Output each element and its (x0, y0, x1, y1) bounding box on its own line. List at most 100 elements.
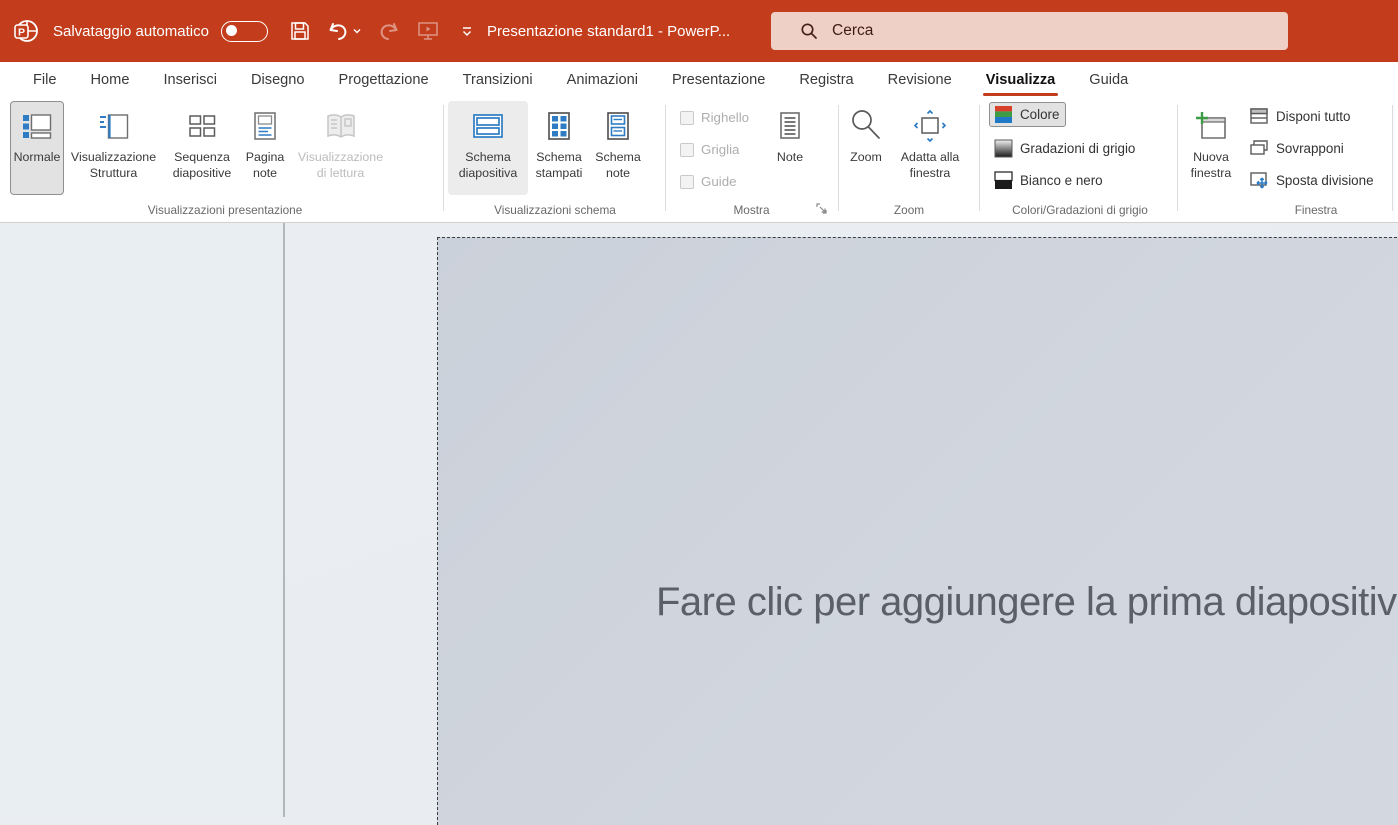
undo-button[interactable] (327, 20, 362, 43)
normal-view-button[interactable]: Normale (10, 101, 64, 195)
normal-view-label: Normale (14, 150, 61, 166)
tab-home[interactable]: Home (74, 62, 147, 98)
ribbon-separator (665, 105, 666, 211)
move-split-label: Sposta divisione (1276, 173, 1374, 188)
guides-label: Guide (701, 174, 736, 189)
save-icon[interactable] (288, 19, 312, 43)
powerpoint-logo-icon[interactable]: P (13, 18, 39, 44)
arrange-all-label: Disponi tutto (1276, 109, 1350, 124)
notes-label: Note (777, 150, 803, 166)
move-split-icon (1249, 171, 1269, 189)
search-icon (800, 22, 818, 40)
ribbon-separator (979, 105, 980, 211)
search-input[interactable]: Cerca (771, 12, 1288, 50)
group-label-presentation-views: Visualizzazioni presentazione (10, 203, 440, 217)
tab-visualizza[interactable]: Visualizza (969, 62, 1073, 98)
grayscale-icon (994, 139, 1013, 158)
new-window-button[interactable]: Nuovafinestra (1184, 101, 1238, 195)
black-and-white-icon (994, 171, 1013, 190)
customize-quick-access-toolbar-icon[interactable] (455, 19, 479, 43)
handout-master-button[interactable]: Schemastampati (528, 101, 590, 195)
tab-animazioni[interactable]: Animazioni (550, 62, 655, 98)
outline-view-label: VisualizzazioneStruttura (71, 150, 156, 181)
zoom-button[interactable]: Zoom (842, 101, 890, 195)
quick-access-toolbar (288, 19, 479, 43)
color-button[interactable]: Colore (989, 102, 1066, 127)
color-icon (994, 105, 1013, 124)
fit-to-window-icon (913, 109, 947, 143)
grayscale-button[interactable]: Gradazioni di grigio (989, 136, 1142, 161)
group-label-master-views: Visualizzazioni schema (448, 203, 662, 217)
black-and-white-button[interactable]: Bianco e nero (989, 168, 1110, 193)
undo-dropdown-chevron-icon[interactable] (352, 26, 362, 36)
grayscale-label: Gradazioni di grigio (1020, 141, 1135, 156)
outline-view-icon (98, 109, 130, 143)
ribbon-tab-row: File Home Inserisci Disegno Progettazion… (0, 62, 1398, 98)
svg-text:P: P (18, 27, 25, 39)
tab-presentazione[interactable]: Presentazione (655, 62, 782, 98)
move-split-button[interactable]: Sposta divisione (1244, 168, 1381, 192)
ruler-label: Righello (701, 110, 749, 125)
tab-disegno[interactable]: Disegno (234, 62, 322, 98)
add-first-slide-placeholder: Fare clic per aggiungere la prima diapos… (656, 580, 1398, 625)
notes-button[interactable]: Note (766, 101, 814, 195)
notes-master-label: Schemanote (595, 150, 640, 181)
notes-page-button[interactable]: Paginanote (241, 101, 289, 195)
ribbon-separator (1177, 105, 1178, 211)
fit-to-window-button[interactable]: Adatta allafinestra (890, 101, 970, 195)
group-label-show: Mostra (670, 203, 833, 217)
group-master-views: Schemadiapositiva Schemastampati (448, 98, 662, 220)
workspace: Fare clic per aggiungere la prima diapos… (0, 223, 1398, 817)
slide-sorter-label: Sequenzadiapositive (173, 150, 232, 181)
new-window-label: Nuovafinestra (1191, 150, 1232, 181)
group-show: Righello Griglia Guide Note Mostr (670, 98, 833, 220)
guides-checkbox-row: Guide (680, 174, 736, 189)
slide-master-button[interactable]: Schemadiapositiva (448, 101, 528, 195)
autosave-label: Salvataggio automatico (53, 23, 209, 40)
grid-label: Griglia (701, 142, 739, 157)
start-slideshow-icon (416, 19, 440, 43)
tab-transizioni[interactable]: Transizioni (446, 62, 550, 98)
cascade-button[interactable]: Sovrapponi (1244, 136, 1351, 160)
search-placeholder: Cerca (832, 22, 873, 40)
grid-checkbox-row: Griglia (680, 142, 739, 157)
autosave-toggle[interactable] (221, 21, 268, 42)
tab-visualizza-label: Visualizza (986, 72, 1056, 88)
arrange-all-icon (1249, 107, 1269, 125)
arrange-all-button[interactable]: Disponi tutto (1244, 104, 1357, 128)
slide-master-label: Schemadiapositiva (459, 150, 518, 181)
ribbon: Normale VisualizzazioneStruttura (0, 98, 1398, 223)
group-label-zoom: Zoom (842, 203, 976, 217)
cascade-icon (1249, 139, 1269, 157)
slide-sorter-icon (186, 109, 218, 143)
slide-master-icon (471, 109, 505, 143)
slide-editing-area: Fare clic per aggiungere la prima diapos… (285, 223, 1398, 817)
group-presentation-views: Normale VisualizzazioneStruttura (10, 98, 440, 220)
tab-file[interactable]: File (16, 62, 74, 98)
color-label: Colore (1020, 107, 1059, 122)
group-label-color: Colori/Gradazioni di grigio (985, 203, 1175, 217)
reading-view-icon (324, 109, 358, 143)
notes-master-button[interactable]: Schemanote (590, 101, 646, 195)
group-zoom: Zoom Adatta allafinestra Zoom (842, 98, 976, 220)
notes-page-label: Paginanote (246, 150, 285, 181)
tab-progettazione[interactable]: Progettazione (322, 62, 446, 98)
new-window-icon (1194, 109, 1228, 143)
document-title: Presentazione standard1 - PowerP... (487, 0, 730, 62)
tab-guida[interactable]: Guida (1072, 62, 1145, 98)
zoom-label: Zoom (850, 150, 882, 166)
handout-master-icon (543, 109, 575, 143)
empty-presentation-canvas[interactable]: Fare clic per aggiungere la prima diapos… (437, 237, 1398, 825)
slide-thumbnail-pane[interactable] (0, 223, 283, 817)
tab-inserisci[interactable]: Inserisci (146, 62, 234, 98)
fit-to-window-label: Adatta allafinestra (901, 150, 960, 181)
handout-master-label: Schemastampati (536, 150, 583, 181)
tab-registra[interactable]: Registra (782, 62, 870, 98)
tab-revisione[interactable]: Revisione (871, 62, 969, 98)
cascade-label: Sovrapponi (1276, 141, 1344, 156)
group-color: Colore Gradazioni di grigio Bianco e (985, 98, 1175, 220)
slide-sorter-button[interactable]: Sequenzadiapositive (163, 101, 241, 195)
ruler-checkbox-row: Righello (680, 110, 749, 125)
group-window: Nuovafinestra Disponi tutto Sovrapponi (1182, 98, 1390, 220)
outline-view-button[interactable]: VisualizzazioneStruttura (64, 101, 163, 195)
